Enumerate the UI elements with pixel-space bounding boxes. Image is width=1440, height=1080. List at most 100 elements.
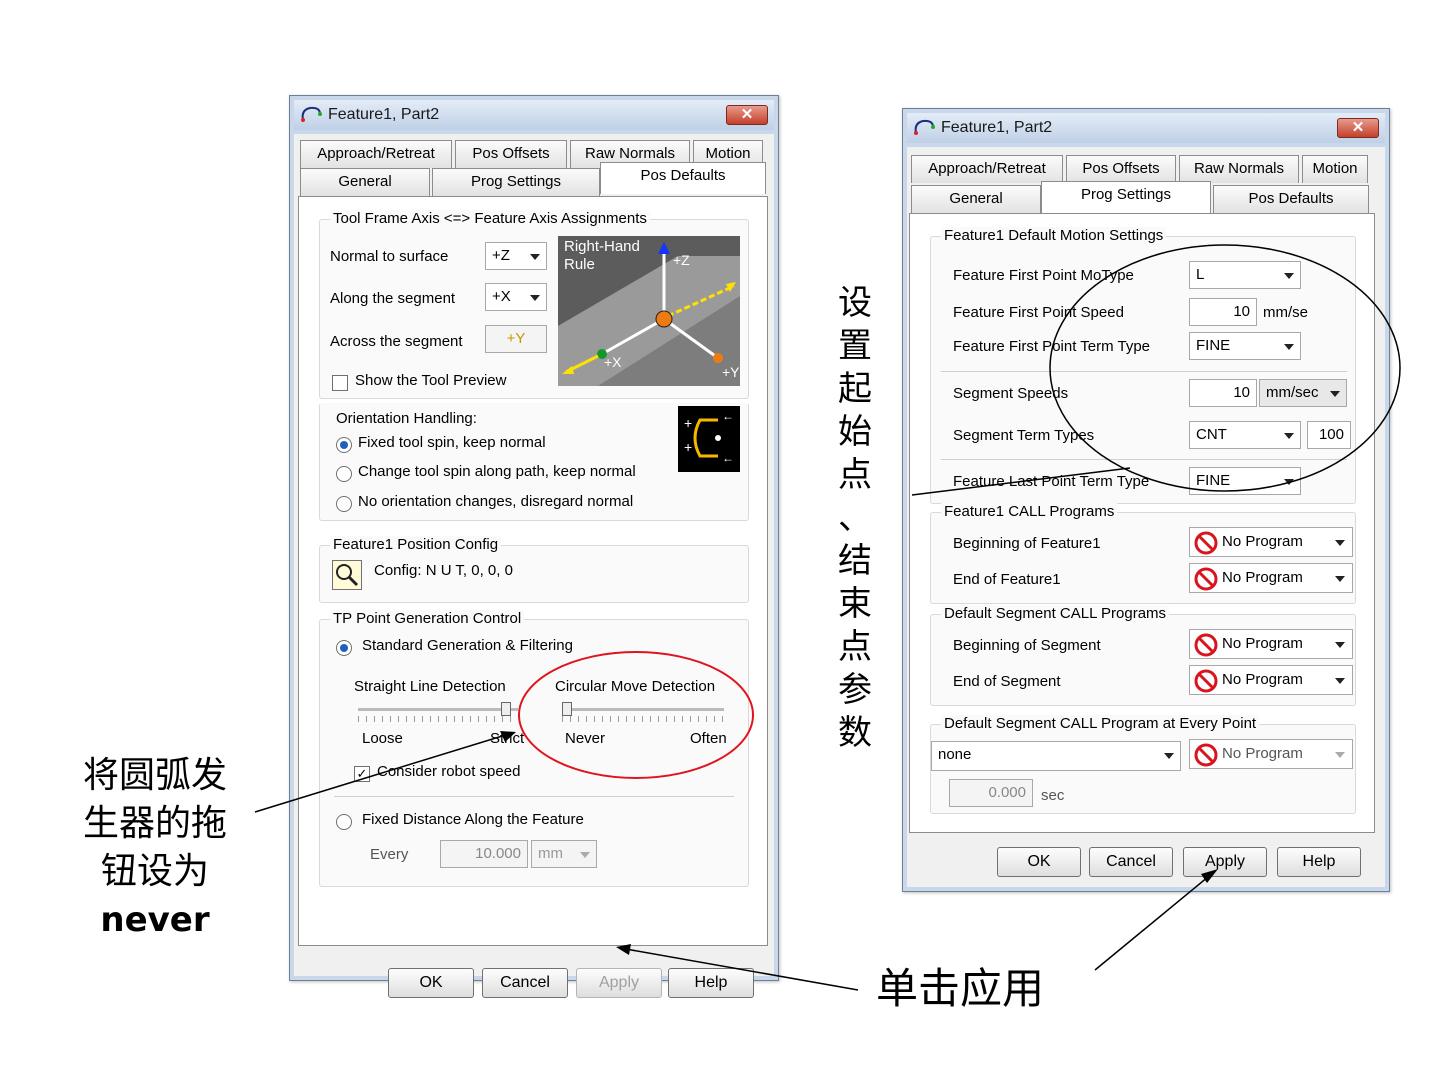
tab-approach-retreat[interactable]: Approach/Retreat <box>911 155 1063 183</box>
tab-pos-defaults[interactable]: Pos Defaults <box>600 162 766 194</box>
straight-line-slider[interactable] <box>358 702 518 724</box>
tab-raw-normals[interactable]: Raw Normals <box>1179 155 1299 183</box>
tab-motion[interactable]: Motion <box>1302 155 1368 183</box>
right-titlebar[interactable]: Feature1, Part2 ✕ <box>907 113 1385 143</box>
help-button[interactable]: Help <box>1277 847 1361 877</box>
along-label: Along the segment <box>330 290 456 307</box>
segment-term-select[interactable]: CNT <box>1189 421 1301 449</box>
chevron-down-icon <box>1335 752 1345 758</box>
ok-button[interactable]: OK <box>388 968 474 998</box>
every-point-select-value: none <box>938 746 972 763</box>
beginning-segment-program-select[interactable]: No Program <box>1189 629 1353 659</box>
divider <box>941 371 1347 372</box>
normal-select[interactable]: +Z <box>485 242 547 270</box>
standard-generation-radio[interactable] <box>336 640 352 656</box>
chevron-down-icon <box>530 254 540 260</box>
tab-general[interactable]: General <box>300 168 430 196</box>
beginning-feature-program-select[interactable]: No Program <box>1189 527 1353 557</box>
straight-line-thumb[interactable] <box>500 702 511 716</box>
circular-move-slider[interactable] <box>562 702 724 724</box>
fixed-distance-radio[interactable] <box>336 814 352 830</box>
tab-pos-defaults[interactable]: Pos Defaults <box>1213 185 1369 213</box>
first-speed-input[interactable]: 10 <box>1189 298 1257 326</box>
divider <box>941 459 1347 460</box>
tp-generation-group: TP Point Generation Control Standard Gen… <box>319 610 749 887</box>
magnifier-icon[interactable] <box>332 560 362 590</box>
note-char: 起 <box>838 369 872 409</box>
tab-prog-settings[interactable]: Prog Settings <box>432 168 600 196</box>
last-term-select[interactable]: FINE <box>1189 467 1301 495</box>
orientation-radio-none[interactable] <box>336 496 352 512</box>
fixed-distance-label: Fixed Distance Along the Feature <box>362 811 584 828</box>
chevron-down-icon <box>530 295 540 301</box>
tab-pos-offsets[interactable]: Pos Offsets <box>1066 155 1176 183</box>
consider-speed-checkbox[interactable]: ✓ <box>354 766 370 782</box>
along-select[interactable]: +X <box>485 283 547 311</box>
orientation-option-fixed: Fixed tool spin, keep normal <box>358 434 546 451</box>
chevron-down-icon <box>1335 576 1345 582</box>
chevron-down-icon <box>1164 753 1174 759</box>
axis-y-label: +Y <box>722 364 740 380</box>
segment-speed-unit-select[interactable]: mm/sec <box>1259 379 1347 407</box>
circular-move-thumb[interactable] <box>562 702 572 716</box>
note-char: 结 <box>838 541 872 581</box>
help-button[interactable]: Help <box>668 968 754 998</box>
apply-button[interactable]: Apply <box>576 968 662 998</box>
motion-group-title: Feature1 Default Motion Settings <box>941 227 1167 244</box>
every-point-time-input[interactable]: 0.000 <box>949 779 1033 807</box>
end-feature-program-select[interactable]: No Program <box>1189 563 1353 593</box>
first-motype-select[interactable]: L <box>1189 261 1301 289</box>
tab-approach-retreat[interactable]: Approach/Retreat <box>300 140 452 168</box>
ok-button[interactable]: OK <box>997 847 1081 877</box>
chevron-down-icon <box>1284 433 1294 439</box>
every-label: Every <box>370 846 409 863</box>
every-unit-value: mm <box>538 845 563 862</box>
show-preview-checkbox[interactable] <box>332 375 348 391</box>
every-point-program-select[interactable]: No Program <box>1189 739 1353 769</box>
right-dialog: Feature1, Part2 ✕ Approach/Retreat Pos O… <box>902 108 1390 892</box>
chevron-down-icon <box>1284 273 1294 279</box>
note-char: 置 <box>838 326 872 366</box>
every-point-group: Default Segment CALL Program at Every Po… <box>930 715 1356 814</box>
note-char: 设 <box>838 283 872 323</box>
orientation-radio-fixed[interactable] <box>336 437 352 453</box>
end-feature-label: End of Feature1 <box>953 571 1061 588</box>
close-icon[interactable]: ✕ <box>726 105 768 125</box>
orientation-radio-change[interactable] <box>336 466 352 482</box>
tab-prog-settings[interactable]: Prog Settings <box>1041 181 1211 213</box>
end-feature-program: No Program <box>1222 569 1303 586</box>
end-segment-program-select[interactable]: No Program <box>1189 665 1353 695</box>
segment-term-cnt-input[interactable]: 100 <box>1307 421 1351 449</box>
position-config-value: Config: N U T, 0, 0, 0 <box>374 562 513 579</box>
close-icon[interactable]: ✕ <box>1337 118 1379 138</box>
tab-pos-offsets[interactable]: Pos Offsets <box>455 140 567 168</box>
no-program-icon <box>1194 531 1218 555</box>
segment-speed-input[interactable]: 10 <box>1189 379 1257 407</box>
every-unit-select[interactable]: mm <box>531 840 597 868</box>
segment-call-group: Default Segment CALL Programs Beginning … <box>930 605 1356 706</box>
chevron-down-icon <box>1335 540 1345 546</box>
straight-line-title: Straight Line Detection <box>354 678 506 695</box>
circular-move-ticks <box>562 716 724 722</box>
first-speed-label: Feature First Point Speed <box>953 304 1124 321</box>
orientation-option-none: No orientation changes, disregard normal <box>358 493 634 510</box>
left-titlebar[interactable]: Feature1, Part2 ✕ <box>294 100 774 130</box>
feature-call-title: Feature1 CALL Programs <box>941 503 1118 520</box>
last-term-value: FINE <box>1196 472 1231 489</box>
cancel-button[interactable]: Cancel <box>1089 847 1173 877</box>
every-point-time-unit: sec <box>1041 787 1065 804</box>
chevron-down-icon <box>580 852 590 858</box>
orientation-title: Orientation Handling: <box>336 410 477 427</box>
straight-line-min: Loose <box>362 730 403 747</box>
axis-z-label: +Z <box>673 252 690 268</box>
across-value: +Y <box>485 325 547 353</box>
cancel-button[interactable]: Cancel <box>482 968 568 998</box>
every-point-select[interactable]: none <box>931 741 1181 771</box>
apply-button[interactable]: Apply <box>1183 847 1267 877</box>
every-input[interactable]: 10.000 <box>440 840 528 868</box>
first-term-select[interactable]: FINE <box>1189 332 1301 360</box>
tab-general[interactable]: General <box>911 185 1041 213</box>
across-label: Across the segment <box>330 333 463 350</box>
no-program-icon <box>1194 567 1218 591</box>
divider <box>334 796 734 797</box>
